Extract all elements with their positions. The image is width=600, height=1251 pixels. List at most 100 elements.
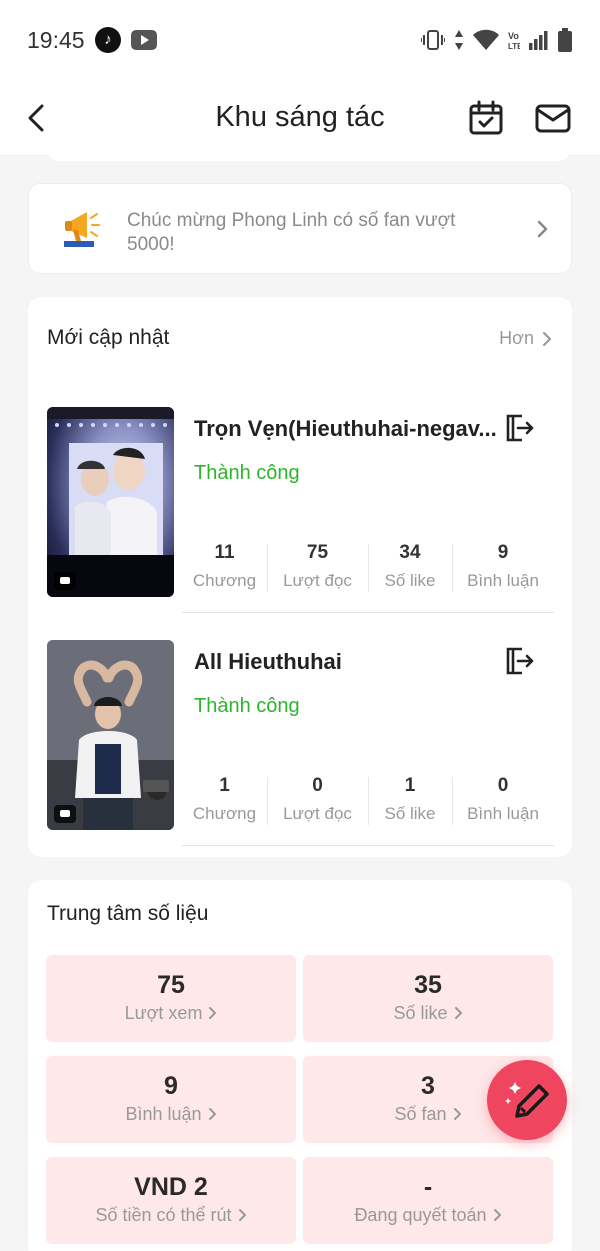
stat-value: 0 — [497, 775, 509, 796]
pen-sparkle-icon — [505, 1082, 549, 1118]
stat-label: Lượt đọc — [283, 571, 352, 590]
work-title: Trọn Vẹn(Hieuthuhai-negav... — [194, 416, 497, 441]
export-icon[interactable] — [502, 412, 534, 444]
tile-label: Số tiền có thể rút — [95, 1202, 246, 1228]
network-label-icon: Vo LTE — [508, 31, 520, 51]
stat-comments: 0 Bình luận — [452, 773, 554, 829]
divider — [182, 845, 554, 846]
tile-label: Số fan — [394, 1101, 461, 1127]
data-center-card: Trung tâm số liệu 75 Lượt xem 35 Số like… — [28, 880, 572, 1251]
work-item[interactable]: All Hieuthuhai Thành công 1 Chương 0 Lượ… — [47, 640, 554, 846]
page-title: Khu sáng tác — [215, 101, 385, 133]
stat-likes: 34 Số like — [368, 540, 452, 596]
stat-chapters: 1 Chương — [182, 773, 267, 829]
tile-label-text: Đang quyết toán — [354, 1205, 487, 1225]
work-cover-image[interactable] — [47, 407, 174, 597]
stat-value: 75 — [306, 542, 329, 563]
tile-comments[interactable]: 9 Bình luận — [46, 1056, 296, 1143]
concert-photo — [47, 407, 174, 597]
tile-settling[interactable]: - Đang quyết toán — [303, 1157, 553, 1244]
work-title: All Hieuthuhai — [194, 649, 342, 674]
status-icons: Vo LTE — [421, 26, 572, 54]
wifi-icon — [473, 29, 499, 50]
tile-label: Bình luận — [125, 1101, 216, 1127]
tile-label: Đang quyết toán — [354, 1202, 501, 1228]
youtube-icon — [131, 30, 157, 50]
tile-withdrawable[interactable]: VND 2 Số tiền có thể rút — [46, 1157, 296, 1244]
tile-label-text: Lượt xem — [124, 1003, 203, 1023]
tiktok-icon: ♪ — [95, 27, 121, 53]
comment-icon — [54, 805, 76, 823]
status-bar: 19:45 ♪ Vo LTE — [0, 0, 600, 80]
stat-label: Số like — [384, 804, 436, 823]
stat-value: 1 — [219, 775, 230, 796]
tile-likes[interactable]: 35 Số like — [303, 955, 553, 1042]
work-stats: 1 Chương 0 Lượt đọc 1 Số like 0 Bình luậ… — [182, 773, 554, 829]
stat-label: Bình luận — [467, 804, 539, 823]
tile-label: Số like — [393, 1000, 462, 1026]
stat-label: Chương — [192, 571, 257, 590]
tile-value: - — [423, 1173, 433, 1201]
chevron-right-icon — [454, 1007, 462, 1019]
recent-updates-title: Mới cập nhật — [47, 326, 170, 349]
notice-text: Chúc mừng Phong Linh có số fan vượt 5000… — [127, 210, 456, 255]
stat-comments: 9 Bình luận — [452, 540, 554, 596]
stat-value: 1 — [404, 775, 416, 796]
mail-button[interactable] — [535, 102, 571, 136]
calendar-check-icon — [469, 100, 503, 135]
tile-label-text: Bình luận — [125, 1104, 202, 1124]
tile-value: 35 — [414, 971, 442, 999]
stat-likes: 1 Số like — [368, 773, 452, 829]
heart-pose-photo — [47, 640, 174, 830]
comment-icon — [54, 572, 76, 590]
chevron-right-icon — [209, 1007, 217, 1019]
tile-label-text: Số tiền có thể rút — [95, 1205, 232, 1225]
work-cover-image[interactable] — [47, 640, 174, 830]
app-bar: Khu sáng tác — [0, 80, 600, 156]
stat-reads: 75 Lượt đọc — [267, 540, 368, 596]
chevron-right-icon — [493, 1209, 501, 1221]
calendar-button[interactable] — [468, 100, 504, 136]
tile-label: Lượt xem — [125, 1000, 218, 1026]
tile-value: 9 — [164, 1072, 178, 1100]
write-button[interactable] — [487, 1060, 567, 1140]
more-link[interactable]: Hơn — [499, 328, 552, 349]
stat-chapters: 11 Chương — [182, 540, 267, 596]
chevron-right-icon — [238, 1209, 246, 1221]
stat-reads: 0 Lượt đọc — [267, 773, 368, 829]
chevron-right-icon — [208, 1108, 216, 1120]
tile-value: VND 2 — [134, 1173, 208, 1201]
chevron-right-icon — [537, 220, 548, 238]
export-icon[interactable] — [502, 645, 534, 677]
data-center-title: Trung tâm số liệu — [47, 902, 209, 925]
stat-value: 0 — [312, 775, 323, 796]
mail-icon — [535, 104, 571, 133]
tile-value: 75 — [157, 971, 185, 999]
more-label: Hơn — [499, 328, 534, 348]
notice-banner[interactable]: Chúc mừng Phong Linh có số fan vượt 5000… — [28, 183, 572, 274]
tile-label-text: Số fan — [394, 1104, 447, 1124]
recent-updates-card: Mới cập nhật Hơn Trọn Vẹn(Hieuthuhai-neg… — [28, 297, 572, 857]
signal-icon — [529, 31, 548, 50]
tile-views[interactable]: 75 Lượt xem — [46, 955, 296, 1042]
status-time: 19:45 — [27, 27, 85, 53]
chevron-right-icon — [453, 1108, 461, 1120]
vibrate-icon — [421, 30, 445, 50]
tile-label-text: Số like — [393, 1003, 448, 1023]
stat-value: 34 — [399, 542, 421, 563]
megaphone-icon — [64, 212, 100, 247]
stat-label: Lượt đọc — [283, 804, 352, 823]
stat-label: Bình luận — [467, 571, 539, 590]
work-stats: 11 Chương 75 Lượt đọc 34 Số like 9 Bình … — [182, 540, 554, 596]
svg-text:Vo: Vo — [508, 31, 519, 41]
data-icon — [455, 30, 463, 50]
stat-label: Số like — [384, 571, 436, 590]
stat-label: Chương — [192, 804, 257, 823]
work-status: Thành công — [194, 462, 300, 484]
stat-value: 9 — [497, 542, 509, 563]
work-item[interactable]: Trọn Vẹn(Hieuthuhai-negav... Thành công … — [47, 407, 554, 613]
divider — [182, 612, 554, 613]
previous-card-edge — [47, 150, 570, 161]
stat-value: 11 — [214, 542, 235, 563]
battery-icon — [558, 28, 572, 52]
